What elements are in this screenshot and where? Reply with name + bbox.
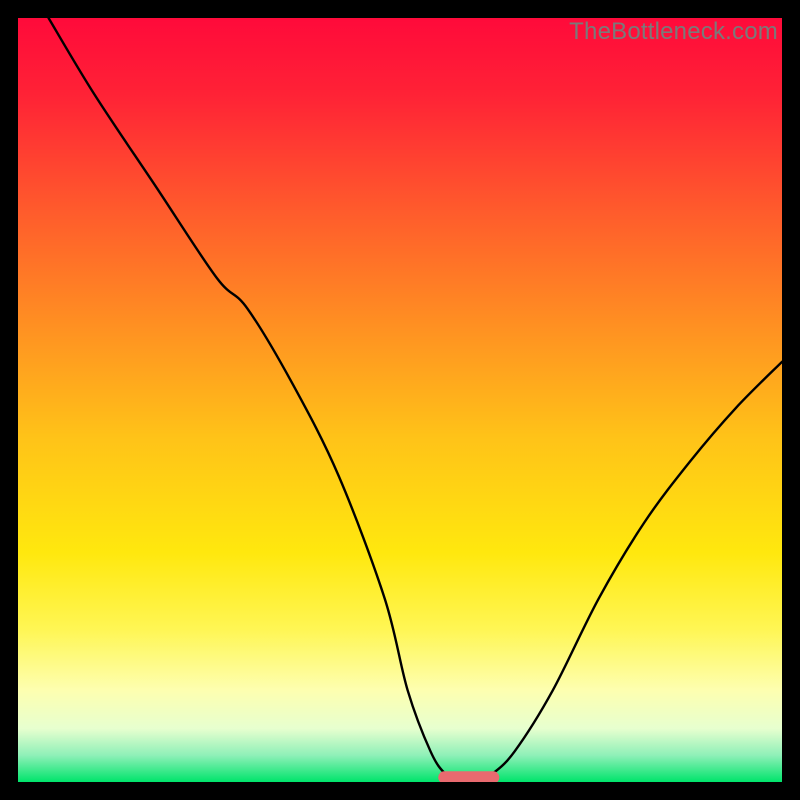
watermark-text: TheBottleneck.com xyxy=(569,18,778,46)
gradient-background xyxy=(18,18,782,782)
chart-frame: TheBottleneck.com xyxy=(18,18,782,782)
optimal-zone-marker xyxy=(438,771,499,782)
chart-svg xyxy=(18,18,782,782)
